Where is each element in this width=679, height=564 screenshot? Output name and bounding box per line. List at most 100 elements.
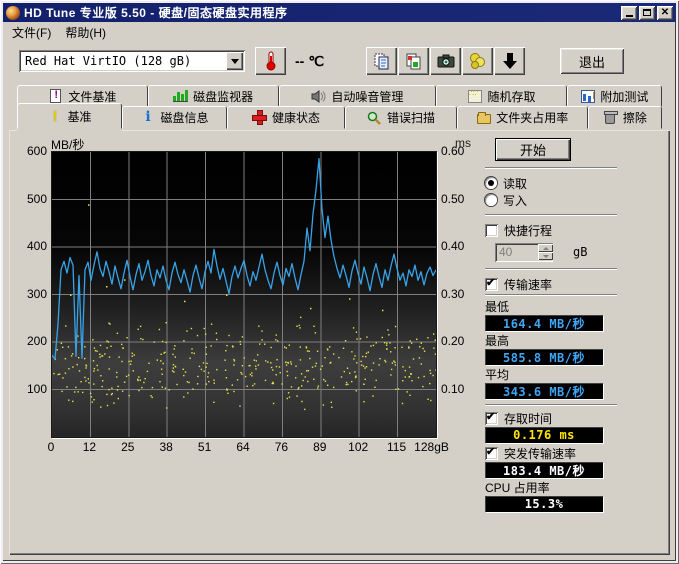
- spinner-down-icon[interactable]: [538, 252, 553, 260]
- erase-icon: [603, 110, 618, 125]
- close-button[interactable]: ✕: [657, 6, 673, 20]
- short-stroke-checkbox[interactable]: [485, 224, 498, 237]
- benchmark-icon: !: [48, 109, 63, 124]
- drive-select-value: Red Hat VirtIO (128 gB): [25, 54, 226, 68]
- toolbar: Red Hat VirtIO (128 gB) -- ℃: [3, 43, 676, 81]
- donate-coins-icon: [469, 52, 487, 70]
- tab-extra-tests[interactable]: 附加测试: [567, 85, 662, 107]
- screenshot-camera-icon: [437, 54, 455, 68]
- window-title: HD Tune 专业版 5.50 - 硬盘/固态硬盘实用程序: [24, 4, 621, 21]
- transfer-rate-label: 传输速率: [504, 276, 552, 293]
- thermometer-icon: [264, 51, 278, 71]
- write-radio[interactable]: [485, 194, 497, 206]
- tab-folder-usage[interactable]: 文件夹占用率: [457, 106, 588, 129]
- separator: [485, 294, 617, 296]
- y-axis-right-ticks: 0.600.500.400.300.200.10: [437, 151, 473, 438]
- benchmark-controls: 开始 读取 写入 快捷行程 40: [473, 136, 666, 555]
- donate-button[interactable]: [462, 47, 493, 75]
- tab-label: 文件基准: [68, 88, 116, 105]
- separator: [485, 214, 617, 216]
- disk-monitor-icon: [173, 89, 188, 104]
- minimize-icon: [626, 15, 633, 17]
- burst-rate-label: 突发传输速率: [504, 445, 576, 462]
- max-label: 最高: [485, 333, 666, 348]
- read-radio-row[interactable]: 读取: [485, 175, 666, 191]
- temperature-button[interactable]: [255, 47, 286, 75]
- write-radio-row[interactable]: 写入: [485, 192, 666, 208]
- drive-select-dropdown-button[interactable]: [226, 52, 243, 70]
- tab-benchmark[interactable]: !基准: [17, 103, 122, 129]
- burst-rate-row[interactable]: 突发传输速率: [485, 445, 666, 461]
- benchmark-content-panel: MB/秒 ms 600500400300200100 0.600.500.400…: [9, 130, 670, 555]
- tab-label: 磁盘监视器: [193, 88, 253, 105]
- read-radio[interactable]: [485, 177, 497, 189]
- tab-error-scan[interactable]: 错误扫描: [345, 106, 457, 129]
- tab-erase[interactable]: 擦除: [588, 106, 662, 129]
- access-time-readout: 0.176 ms: [485, 427, 603, 443]
- x-tick: 51: [198, 440, 211, 454]
- y-axis-left-label: MB/秒: [51, 136, 84, 151]
- min-label: 最低: [485, 299, 666, 314]
- tab-strip: 文件基准 磁盘监视器 自动噪音管理 随机存取附加测试 !基准i磁盘信息 健康状态 错误扫描…: [3, 81, 676, 130]
- access-time-checkbox[interactable]: [485, 412, 498, 425]
- x-tick: 115: [387, 440, 406, 454]
- transfer-rate-row[interactable]: 传输速率: [485, 276, 666, 292]
- transfer-rate-checkbox[interactable]: [485, 278, 498, 291]
- cpu-usage-readout: 15.3%: [485, 496, 603, 512]
- tab-label: 健康状态: [272, 109, 320, 126]
- burst-rate-checkbox[interactable]: [485, 447, 498, 460]
- chevron-down-icon: [231, 59, 239, 68]
- access-time-label: 存取时间: [504, 410, 552, 427]
- y-right-tick: 0.10: [441, 382, 464, 396]
- write-radio-label: 写入: [503, 192, 527, 209]
- y-axis-left-ticks: 600500400300200100: [15, 151, 51, 438]
- minimize-button[interactable]: [621, 6, 637, 20]
- short-stroke-spinner[interactable]: [538, 244, 553, 260]
- separator: [485, 268, 617, 270]
- separator: [485, 404, 617, 406]
- tab-label: 自动噪音管理: [331, 88, 403, 105]
- tab-random-access[interactable]: 随机存取: [436, 85, 567, 107]
- tab-health[interactable]: 健康状态: [227, 106, 345, 129]
- x-tick: 38: [160, 440, 173, 454]
- tab-disk-monitor[interactable]: 磁盘监视器: [148, 85, 279, 107]
- folder-usage-icon: [476, 110, 491, 125]
- y-right-tick: 0.30: [441, 287, 464, 301]
- cpu-usage-label: CPU 占用率: [485, 480, 666, 495]
- x-tick: 76: [275, 440, 288, 454]
- title-bar: HD Tune 专业版 5.50 - 硬盘/固态硬盘实用程序 ✕: [3, 3, 676, 22]
- start-button[interactable]: 开始: [495, 138, 571, 161]
- tab-label: 磁盘信息: [161, 109, 209, 126]
- y-left-tick: 500: [27, 192, 47, 206]
- temperature-unit: ℃: [308, 53, 324, 70]
- x-tick: 89: [313, 440, 326, 454]
- x-tick: 102: [348, 440, 368, 454]
- tab-aam-speaker[interactable]: 自动噪音管理: [279, 85, 437, 107]
- copy-text-button[interactable]: [366, 47, 397, 75]
- menu-file[interactable]: 文件(F): [5, 22, 58, 43]
- drive-select[interactable]: Red Hat VirtIO (128 gB): [19, 50, 245, 72]
- min-readout: 164.4 MB/秒: [485, 315, 603, 331]
- x-axis-ticks: 012253851647689102115128gB: [51, 438, 437, 456]
- exit-button[interactable]: 退出: [560, 48, 624, 74]
- maximize-button[interactable]: [639, 6, 655, 20]
- app-icon: [6, 6, 20, 20]
- x-tick: 64: [236, 440, 249, 454]
- spinner-up-icon[interactable]: [538, 244, 553, 252]
- save-results-button[interactable]: [494, 47, 525, 75]
- menu-help[interactable]: 帮助(H): [58, 22, 113, 43]
- screenshot-button[interactable]: [430, 47, 461, 75]
- short-stroke-unit-label: gB: [573, 245, 587, 259]
- temperature-value: --: [295, 53, 304, 69]
- y-right-tick: 0.60: [441, 144, 464, 158]
- short-stroke-row[interactable]: 快捷行程: [485, 222, 666, 238]
- access-time-row[interactable]: 存取时间: [485, 410, 666, 426]
- exit-button-label: 退出: [579, 52, 605, 71]
- benchmark-chart: MB/秒 ms 600500400300200100 0.600.500.400…: [15, 136, 473, 555]
- short-stroke-label: 快捷行程: [504, 222, 552, 239]
- file-benchmark-icon: [48, 89, 63, 104]
- copy-image-button[interactable]: [398, 47, 429, 75]
- tab-disk-info[interactable]: i磁盘信息: [122, 106, 227, 129]
- x-tick: 12: [83, 440, 96, 454]
- y-left-tick: 400: [27, 239, 47, 253]
